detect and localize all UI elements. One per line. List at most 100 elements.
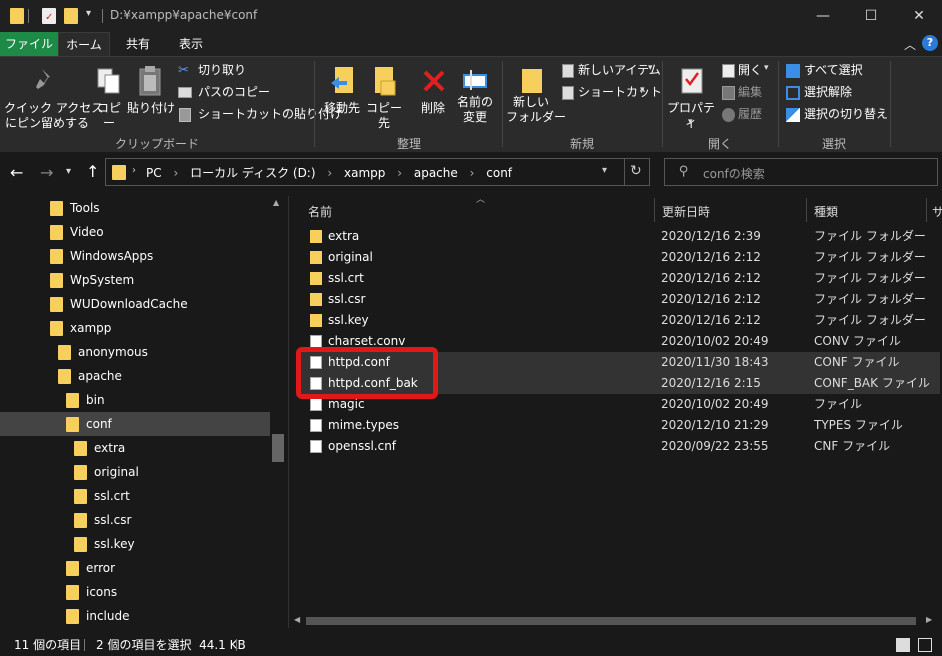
- new-item-icon: [562, 64, 574, 78]
- forward-arrow-icon[interactable]: →: [40, 163, 53, 182]
- column-divider[interactable]: [926, 198, 927, 222]
- nav-item[interactable]: xampp: [0, 316, 270, 340]
- tab-view[interactable]: 表示: [164, 32, 218, 56]
- invert-selection-label: 選択の切り替え: [804, 107, 889, 121]
- pane-divider[interactable]: [288, 196, 289, 628]
- rename-button[interactable]: 名前の 変更: [452, 61, 498, 131]
- nav-item[interactable]: WUDownloadCache: [0, 292, 270, 316]
- scroll-right-icon[interactable]: ▶: [926, 615, 932, 624]
- properties-button[interactable]: プロパティ ▾: [666, 61, 716, 131]
- tab-share[interactable]: 共有: [112, 32, 164, 56]
- nav-item[interactable]: extra: [0, 436, 270, 460]
- nav-item[interactable]: WpSystem: [0, 268, 270, 292]
- nav-scrollbar[interactable]: ▲: [270, 196, 286, 628]
- breadcrumb-item[interactable]: apache: [414, 166, 458, 180]
- file-icon: [310, 440, 322, 453]
- nav-item[interactable]: include: [0, 604, 270, 628]
- nav-item[interactable]: Video: [0, 220, 270, 244]
- paste-button[interactable]: 貼り付け: [127, 61, 175, 131]
- folder-icon: [310, 230, 322, 243]
- breadcrumb-item[interactable]: conf: [486, 166, 512, 180]
- tab-home[interactable]: ホーム: [58, 32, 110, 56]
- breadcrumb-item[interactable]: PC: [146, 166, 162, 180]
- file-row[interactable]: ssl.key 2020/12/16 2:12 ファイル フォルダー: [300, 310, 940, 331]
- nav-item-label: ssl.crt: [94, 489, 130, 503]
- breadcrumb-item[interactable]: ローカル ディスク (D:): [190, 166, 315, 180]
- column-divider[interactable]: [806, 198, 807, 222]
- delete-button[interactable]: 削除: [414, 61, 452, 131]
- nav-item[interactable]: ssl.crt: [0, 484, 270, 508]
- new-folder-icon[interactable]: [64, 8, 78, 24]
- folder-icon: [66, 561, 79, 576]
- file-row[interactable]: openssl.cnf 2020/09/22 23:55 CNF ファイル: [300, 436, 940, 457]
- file-date: 2020/10/02 20:49: [661, 334, 769, 348]
- nav-item[interactable]: ssl.csr: [0, 508, 270, 532]
- column-header-date[interactable]: 更新日時: [662, 200, 710, 226]
- file-row[interactable]: ssl.crt 2020/12/16 2:12 ファイル フォルダー: [300, 268, 940, 289]
- nav-item[interactable]: ssl.key: [0, 532, 270, 556]
- refresh-icon[interactable]: ↻: [630, 163, 642, 179]
- move-folder-icon: [331, 67, 353, 93]
- search-box[interactable]: ⚲ confの検索: [664, 158, 938, 186]
- pin-quick-access-button[interactable]: クイック アクセス にピン留めする: [4, 61, 104, 131]
- nav-item[interactable]: apache: [0, 364, 270, 388]
- nav-item[interactable]: icons: [0, 580, 270, 604]
- nav-item[interactable]: WindowsApps: [0, 244, 270, 268]
- breadcrumb-separator-icon[interactable]: ›: [470, 166, 475, 180]
- column-header-type[interactable]: 種類: [814, 200, 838, 226]
- tab-file[interactable]: ファイル: [0, 32, 58, 56]
- maximize-button[interactable]: ☐: [848, 0, 894, 32]
- details-view-icon[interactable]: [896, 638, 910, 652]
- nav-item[interactable]: error: [0, 556, 270, 580]
- breadcrumb-item[interactable]: xampp: [344, 166, 385, 180]
- file-row[interactable]: original 2020/12/16 2:12 ファイル フォルダー: [300, 247, 940, 268]
- nav-item[interactable]: bin: [0, 388, 270, 412]
- new-folder-button[interactable]: 新しい フォルダー: [506, 61, 566, 131]
- delete-label: 削除: [420, 101, 445, 115]
- move-to-button[interactable]: 移動先: [320, 61, 364, 131]
- file-type: ファイル フォルダー: [814, 229, 926, 243]
- help-icon[interactable]: ?: [922, 35, 938, 51]
- customize-toolbar-icon[interactable]: ▾: [86, 8, 91, 19]
- copy-to-button[interactable]: コピー先: [362, 61, 406, 131]
- horizontal-scrollbar[interactable]: ◀ ▶: [290, 614, 942, 628]
- address-bar[interactable]: › PC › ローカル ディスク (D:) › xampp › apache ›…: [105, 158, 650, 186]
- properties-icon[interactable]: ✓: [42, 8, 56, 24]
- pin-label: クイック アクセス にピン留めする: [4, 101, 104, 130]
- nav-scroll-thumb[interactable]: [272, 434, 284, 462]
- address-dropdown-icon[interactable]: ▾: [602, 165, 607, 176]
- back-arrow-icon[interactable]: ←: [10, 163, 23, 182]
- nav-item[interactable]: original: [0, 460, 270, 484]
- file-row[interactable]: ssl.csr 2020/12/16 2:12 ファイル フォルダー: [300, 289, 940, 310]
- folder-icon: [10, 8, 24, 24]
- breadcrumb-separator-icon[interactable]: ›: [327, 166, 332, 180]
- nav-item-label: Video: [70, 225, 104, 239]
- close-button[interactable]: ✕: [896, 0, 942, 32]
- breadcrumb-separator-icon[interactable]: ›: [397, 166, 402, 180]
- up-arrow-icon[interactable]: ↑: [86, 162, 99, 181]
- select-all-label: すべて選択: [804, 63, 863, 77]
- new-folder-icon: [522, 69, 542, 93]
- dropdown-icon: ▾: [688, 117, 693, 127]
- divider: [84, 639, 85, 651]
- copy-button[interactable]: コピー: [92, 61, 126, 131]
- nav-item[interactable]: conf: [0, 412, 270, 436]
- nav-item-label: ssl.key: [94, 537, 135, 551]
- horizontal-scroll-thumb[interactable]: [306, 617, 916, 625]
- group-separator: [890, 61, 891, 147]
- minimize-button[interactable]: —: [800, 0, 846, 32]
- recent-locations-icon[interactable]: ▾: [66, 166, 71, 177]
- scroll-up-icon[interactable]: ▲: [273, 198, 279, 207]
- column-header-name[interactable]: 名前: [308, 200, 332, 226]
- breadcrumb-chevron-icon[interactable]: ›: [132, 165, 136, 176]
- collapse-ribbon-icon[interactable]: ︿: [904, 36, 916, 53]
- scroll-left-icon[interactable]: ◀: [294, 615, 300, 624]
- file-row[interactable]: extra 2020/12/16 2:39 ファイル フォルダー: [300, 226, 940, 247]
- nav-item[interactable]: Tools: [0, 196, 270, 220]
- breadcrumb-separator-icon[interactable]: ›: [173, 166, 178, 180]
- nav-item[interactable]: anonymous: [0, 340, 270, 364]
- file-row[interactable]: mime.types 2020/12/10 21:29 TYPES ファイル: [300, 415, 940, 436]
- column-divider[interactable]: [654, 198, 655, 222]
- large-icons-view-icon[interactable]: [918, 638, 932, 652]
- column-header-size[interactable]: サ: [932, 200, 942, 226]
